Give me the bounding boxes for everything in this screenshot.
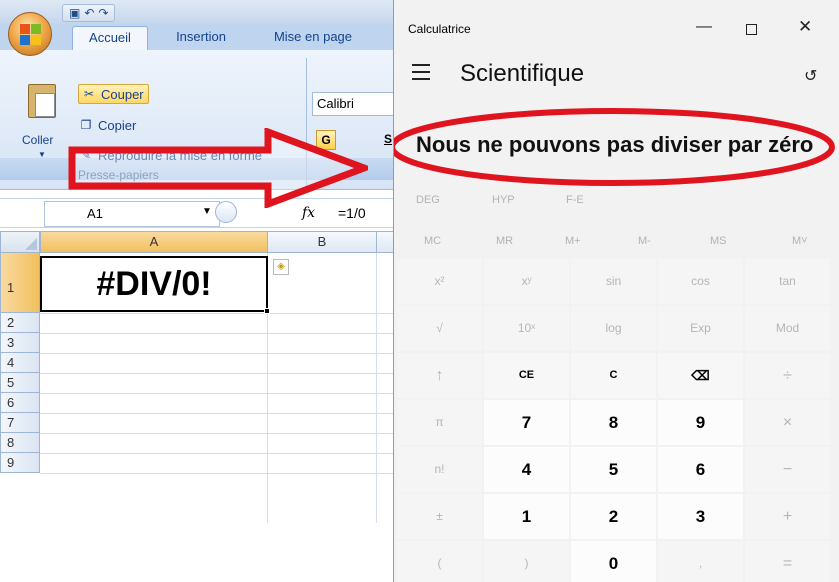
grid-line [40, 373, 400, 374]
calculator-window: Calculatrice — ✕ Scientifique ↺ Nous ne … [393, 0, 839, 582]
key-factorial[interactable]: n! [397, 447, 482, 492]
maximize-button[interactable] [746, 24, 757, 35]
key-4[interactable]: 4 [484, 447, 569, 492]
hyp-button[interactable]: HYP [492, 194, 515, 206]
deg-button[interactable]: DEG [416, 194, 440, 206]
key-open-paren[interactable]: ( [397, 541, 482, 582]
memory-store-button[interactable]: MS [710, 235, 727, 247]
history-icon[interactable]: ↺ [804, 66, 817, 86]
memory-recall-button[interactable]: MR [496, 235, 513, 247]
key-clear-entry[interactable]: CE [484, 353, 569, 398]
select-all-corner[interactable] [0, 231, 40, 253]
tab-insertion[interactable]: Insertion [162, 26, 240, 50]
key-1[interactable]: 1 [484, 494, 569, 539]
key-9[interactable]: 9 [658, 400, 743, 445]
cut-button[interactable]: ✂ Couper [78, 84, 149, 104]
window-title: Calculatrice [408, 22, 471, 36]
chevron-down-icon[interactable]: ▼ [38, 150, 46, 159]
key-square[interactable]: x² [397, 259, 482, 304]
menu-icon[interactable] [412, 64, 430, 85]
tab-accueil[interactable]: Accueil [72, 26, 148, 50]
fe-button[interactable]: F-E [566, 194, 584, 206]
key-clear[interactable]: C [571, 353, 656, 398]
key-close-paren[interactable]: ) [484, 541, 569, 582]
scissors-icon: ✂ [83, 87, 95, 101]
office-logo-icon [20, 24, 42, 46]
ribbon-tabs: Accueil Insertion Mise en page [0, 24, 400, 50]
font-name-box[interactable]: Calibri [312, 92, 400, 116]
grid-line [40, 473, 400, 474]
redo-icon[interactable]: ↷ [98, 6, 108, 20]
paste-button[interactable]: Coller [22, 133, 53, 147]
key-3[interactable]: 3 [658, 494, 743, 539]
key-5[interactable]: 5 [571, 447, 656, 492]
key-6[interactable]: 6 [658, 447, 743, 492]
row-header-2[interactable]: 2 [0, 313, 40, 333]
key-pi[interactable]: π [397, 400, 482, 445]
key-0[interactable]: 0 [571, 541, 656, 582]
cell-a1[interactable]: #DIV/0! [40, 256, 268, 312]
key-8[interactable]: 8 [571, 400, 656, 445]
key-minus[interactable]: − [745, 447, 830, 492]
close-button[interactable]: ✕ [798, 17, 812, 37]
grid-line [40, 333, 400, 334]
key-sin[interactable]: sin [571, 259, 656, 304]
key-sqrt[interactable]: √ [397, 306, 482, 351]
key-negate[interactable]: ± [397, 494, 482, 539]
key-exp[interactable]: Exp [658, 306, 743, 351]
red-ellipse-annotation [394, 108, 835, 186]
red-arrow-annotation [68, 128, 368, 208]
key-equals[interactable]: = [745, 541, 830, 582]
row-header-6[interactable]: 6 [0, 393, 40, 413]
minimize-button[interactable]: — [696, 18, 712, 36]
key-7[interactable]: 7 [484, 400, 569, 445]
key-ten-power[interactable]: 10ˣ [484, 306, 569, 351]
row-header-4[interactable]: 4 [0, 353, 40, 373]
column-header-b[interactable]: B [267, 231, 377, 253]
row-header-9[interactable]: 9 [0, 453, 40, 473]
calculator-mode-title: Scientifique [460, 60, 585, 87]
row-header-3[interactable]: 3 [0, 333, 40, 353]
memory-add-button[interactable]: M+ [565, 235, 581, 247]
row-header-8[interactable]: 8 [0, 433, 40, 453]
fill-handle[interactable] [264, 308, 270, 314]
key-cos[interactable]: cos [658, 259, 743, 304]
memory-list-button[interactable]: M˅ [792, 235, 808, 247]
grid-line [40, 433, 400, 434]
row-header-1[interactable]: 1 [0, 253, 40, 313]
quick-access-toolbar: ▣ ↶ ↷ [62, 4, 116, 22]
memory-clear-button[interactable]: MC [424, 235, 441, 247]
undo-icon[interactable]: ↶ [84, 6, 94, 20]
key-plus[interactable]: + [745, 494, 830, 539]
error-warning-icon[interactable]: ◈ [273, 259, 289, 275]
grid-line [40, 393, 400, 394]
grid-line [40, 453, 400, 454]
key-2[interactable]: 2 [571, 494, 656, 539]
row-header-7[interactable]: 7 [0, 413, 40, 433]
tab-mise-en-page[interactable]: Mise en page [258, 26, 368, 50]
excel-window: ▣ ↶ ↷ Accueil Insertion Mise en page Col… [0, 0, 400, 582]
key-mod[interactable]: Mod [745, 306, 830, 351]
grid-line [40, 313, 400, 314]
key-shift-arrow[interactable]: ↑ [397, 353, 482, 398]
grid-line [40, 353, 400, 354]
memory-subtract-button[interactable]: M- [638, 235, 651, 247]
office-button[interactable] [8, 12, 52, 56]
key-power[interactable]: xʸ [484, 259, 569, 304]
key-backspace[interactable]: ⌫ [658, 353, 743, 398]
grid-line [40, 413, 400, 414]
key-tan[interactable]: tan [745, 259, 830, 304]
key-log[interactable]: log [571, 306, 656, 351]
excel-titlebar [0, 0, 400, 24]
column-header-a[interactable]: A [40, 231, 268, 253]
key-multiply[interactable]: × [745, 400, 830, 445]
key-decimal[interactable]: , [658, 541, 743, 582]
key-divide[interactable]: ÷ [745, 353, 830, 398]
grid-line [376, 253, 377, 523]
cut-label: Couper [101, 86, 144, 102]
save-icon[interactable]: ▣ [69, 6, 80, 20]
row-header-5[interactable]: 5 [0, 373, 40, 393]
paste-icon[interactable] [28, 84, 56, 118]
